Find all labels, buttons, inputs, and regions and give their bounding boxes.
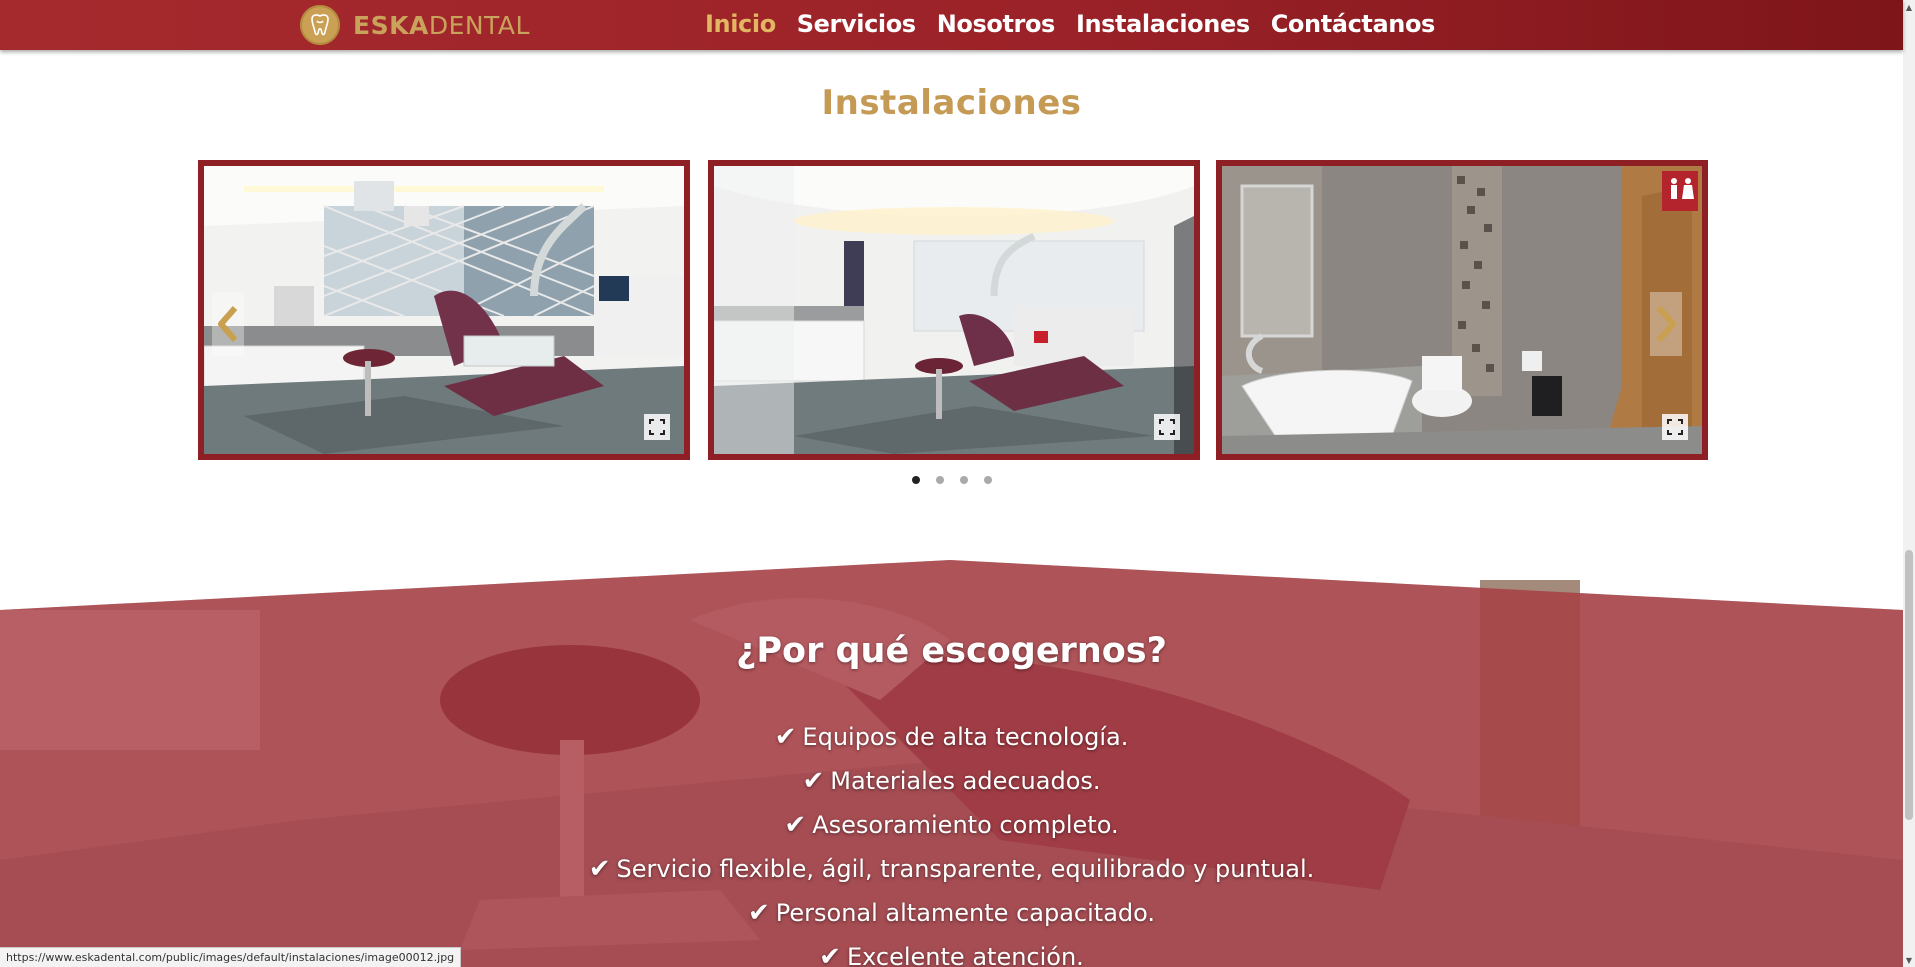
carousel-slide[interactable] — [198, 160, 690, 460]
top-navbar: ESKADENTAL Inicio Servicios Nosotros Ins… — [0, 0, 1903, 50]
check-icon: ✔ — [784, 810, 807, 840]
why-list-item: ✔ Asesoramiento completo. — [0, 803, 1903, 847]
carousel-dot-3[interactable] — [959, 476, 968, 484]
chevron-left-icon — [218, 306, 238, 342]
operatory-photo — [714, 166, 1194, 454]
carousel-slide[interactable] — [708, 160, 1200, 460]
check-icon: ✔ — [747, 898, 770, 928]
expand-icon[interactable] — [644, 414, 670, 440]
nav-link-instalaciones[interactable]: Instalaciones — [1076, 10, 1250, 38]
brand-logo[interactable]: ESKADENTAL — [300, 4, 530, 46]
why-item-text: Personal altamente capacitado. — [775, 899, 1156, 927]
nav-link-servicios[interactable]: Servicios — [797, 10, 916, 38]
nav-link-contactanos[interactable]: Contáctanos — [1271, 10, 1436, 38]
why-item-text: Servicio flexible, ágil, transparente, e… — [616, 855, 1315, 883]
why-item-text: Asesoramiento completo. — [812, 811, 1119, 839]
nav-link-inicio[interactable]: Inicio — [705, 10, 776, 38]
why-item-text: Excelente atención. — [846, 943, 1084, 967]
carousel-slide[interactable] — [1216, 160, 1708, 460]
chevron-right-icon — [1656, 306, 1676, 342]
carousel-dot-2[interactable] — [935, 476, 944, 484]
tooth-logo-icon — [300, 5, 340, 45]
page-scrollbar[interactable]: ▲ ▼ — [1903, 0, 1915, 967]
why-title: ¿Por qué escogernos? — [736, 631, 1167, 671]
brand-name: ESKADENTAL — [353, 11, 530, 40]
nav-link-nosotros[interactable]: Nosotros — [937, 10, 1056, 38]
check-icon: ✔ — [802, 766, 825, 796]
instalaciones-title: Instalaciones — [821, 83, 1082, 123]
why-list-item: ✔ Equipos de alta tecnología. — [0, 715, 1903, 759]
why-list: ✔ Equipos de alta tecnología. ✔ Materiales… — [0, 715, 1903, 967]
status-bar-url: https://www.eskadental.com/public/images… — [0, 947, 462, 967]
scroll-up-icon[interactable]: ▲ — [1903, 0, 1915, 14]
expand-icon[interactable] — [1154, 414, 1180, 440]
operatory-photo — [204, 166, 684, 454]
why-item-text: Equipos de alta tecnología. — [802, 723, 1129, 751]
carousel-pagination — [0, 476, 1903, 484]
expand-icon[interactable] — [1662, 414, 1688, 440]
brand-name-light: DENTAL — [428, 10, 530, 40]
check-icon: ✔ — [819, 942, 841, 967]
carousel-dot-4[interactable] — [983, 476, 992, 484]
check-icon: ✔ — [588, 854, 611, 884]
why-list-item: ✔ Servicio flexible, ágil, transparente, … — [0, 847, 1903, 891]
restroom-photo — [1222, 166, 1702, 454]
scroll-down-icon[interactable]: ▼ — [1903, 953, 1915, 967]
scrollbar-thumb[interactable] — [1905, 550, 1913, 820]
why-item-text: Materiales adecuados. — [830, 767, 1101, 795]
why-choose-us-section: ¿Por qué escogernos? ✔ Equipos de alta te… — [0, 560, 1903, 967]
carousel-next-button[interactable] — [1650, 292, 1682, 356]
carousel-dot-1[interactable] — [911, 476, 920, 484]
carousel-prev-button[interactable] — [212, 292, 244, 356]
check-icon: ✔ — [774, 722, 797, 752]
why-list-item: ✔ Materiales adecuados. — [0, 759, 1903, 803]
main-nav: Inicio Servicios Nosotros Instalaciones … — [705, 0, 1456, 48]
why-list-item: ✔ Personal altamente capacitado. — [0, 891, 1903, 935]
brand-name-bold: ESKA — [353, 10, 429, 40]
instalaciones-carousel — [198, 160, 1708, 460]
